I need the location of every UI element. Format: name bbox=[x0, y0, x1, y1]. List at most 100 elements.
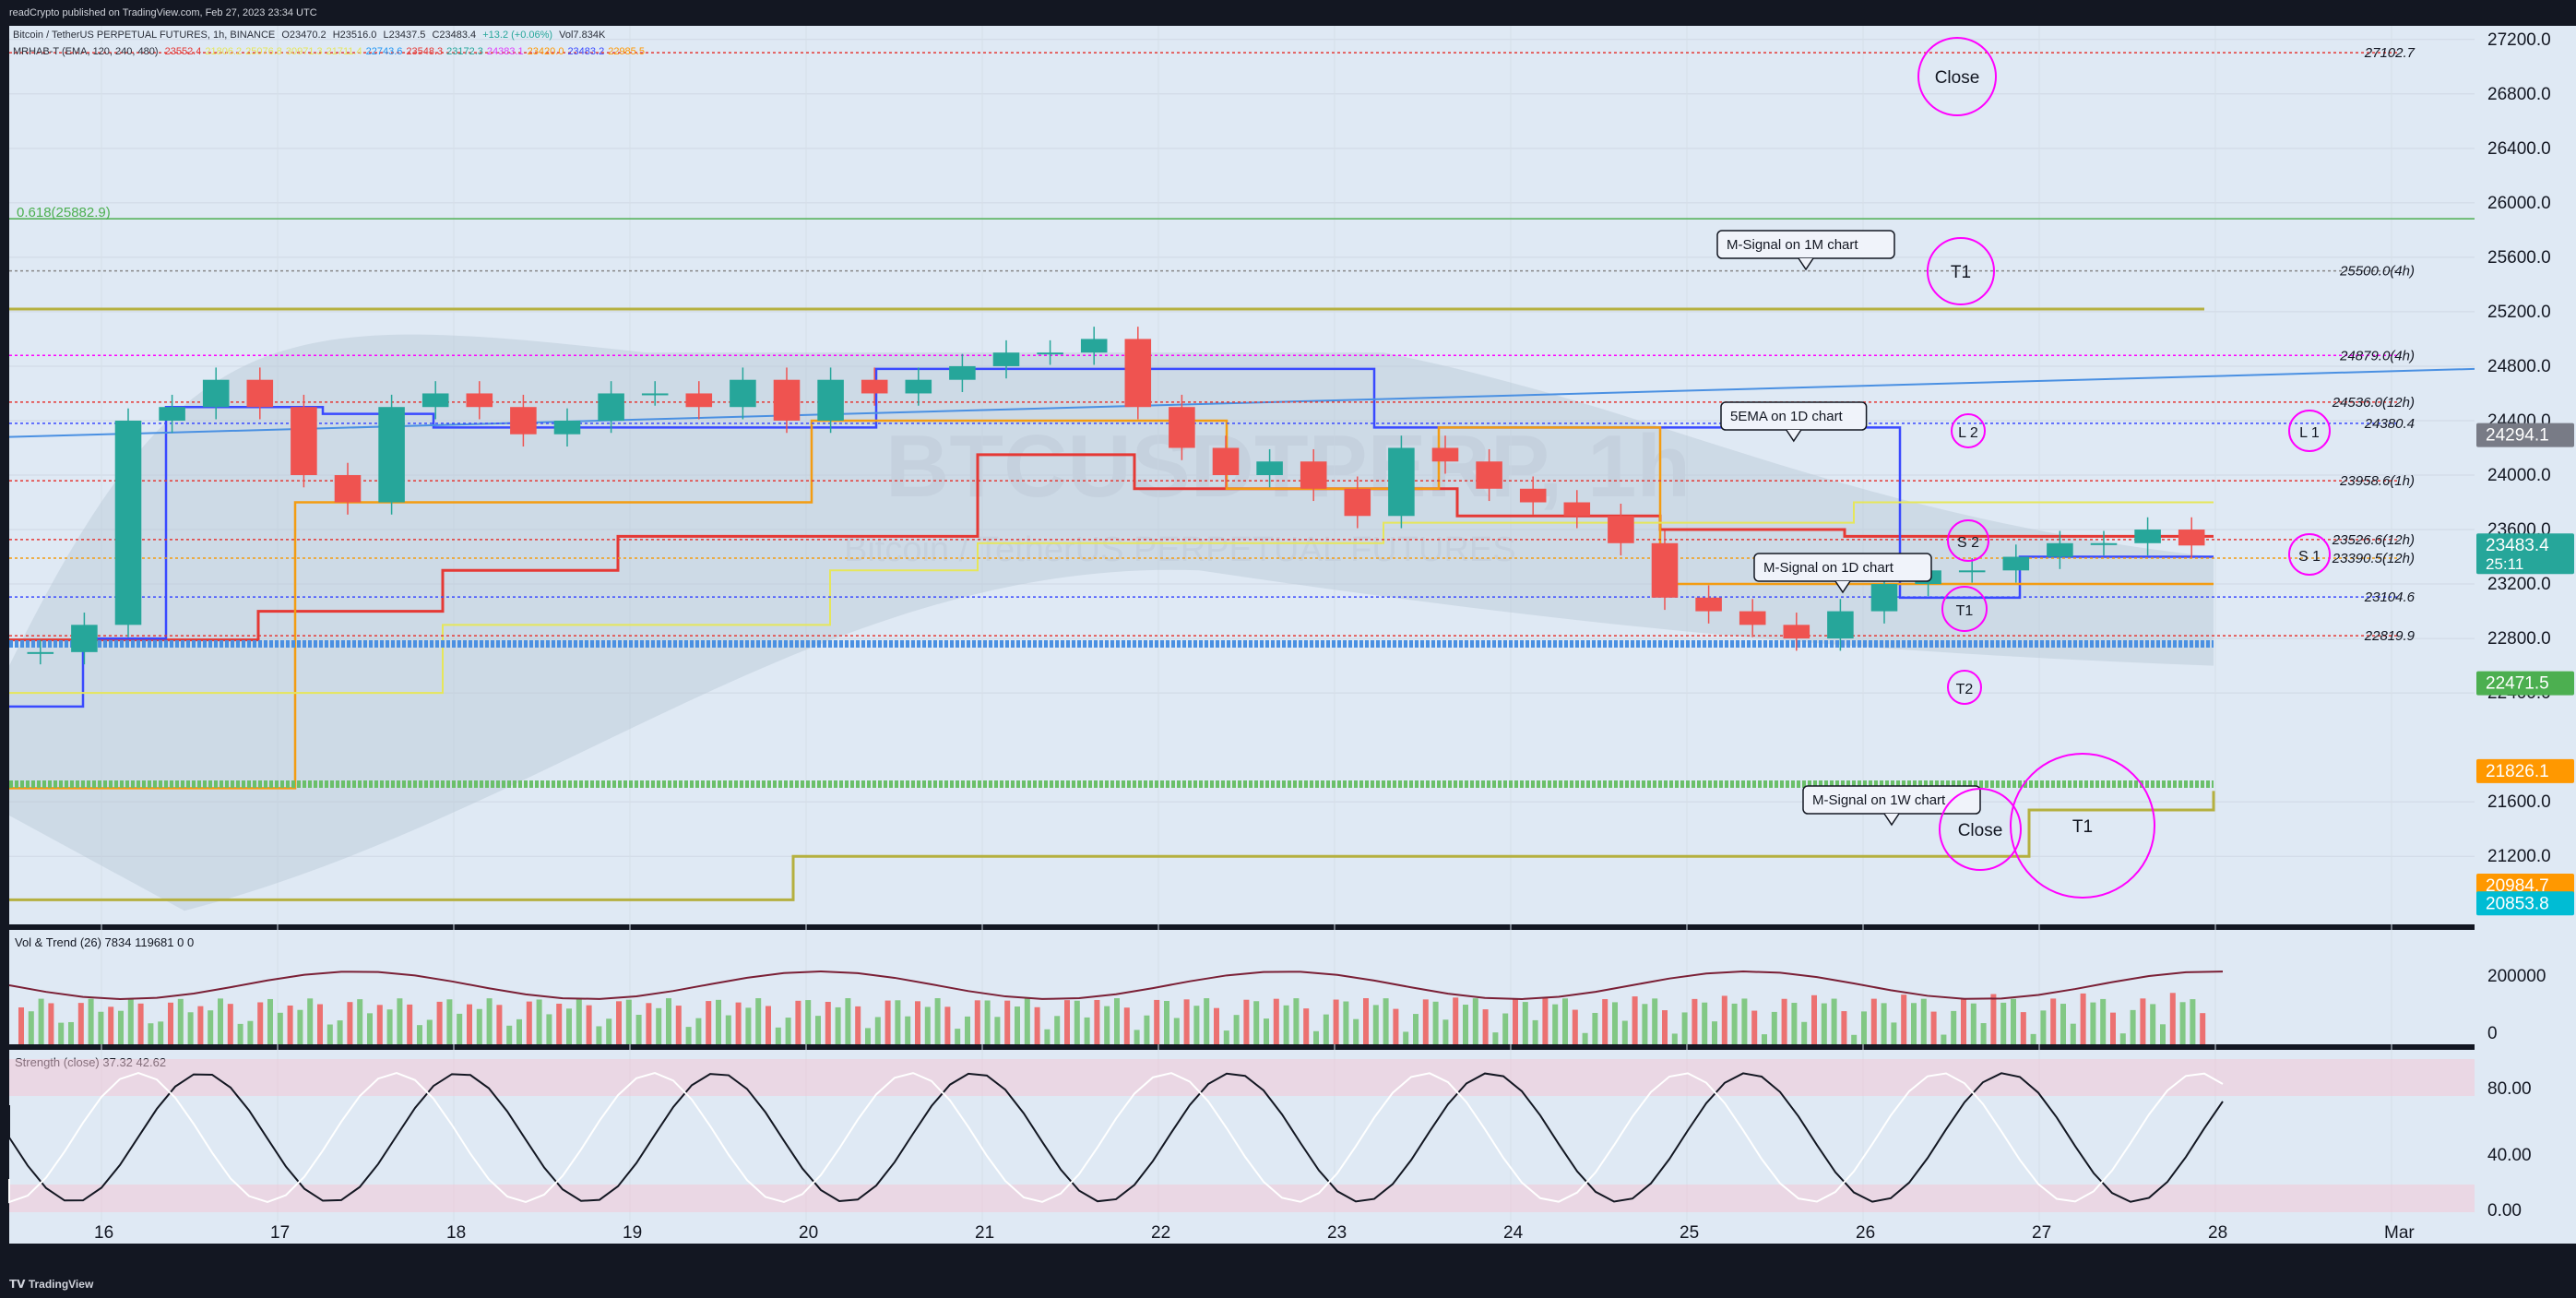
circle-label: T1 bbox=[2072, 817, 2093, 837]
x-tick-label: 16 bbox=[94, 1223, 113, 1243]
volume-bar bbox=[1015, 1006, 1020, 1044]
volume-bar bbox=[1861, 1011, 1867, 1044]
volume-bar bbox=[1621, 1020, 1628, 1044]
volume-bar bbox=[446, 999, 453, 1044]
volume-bar bbox=[2200, 1013, 2206, 1044]
volume-bar bbox=[1970, 1003, 1977, 1044]
volume-bar bbox=[197, 1006, 204, 1044]
volume-bar bbox=[1383, 998, 1389, 1044]
volume-bar bbox=[855, 1006, 861, 1044]
price-level-label: 25500.0(4h) bbox=[2339, 264, 2415, 280]
volume-bar bbox=[2060, 1004, 2066, 1044]
volume-bar bbox=[1841, 1011, 1847, 1044]
chart-area[interactable]: BTCUSDTPERP, 1h Bitcoin / TetherUS PERPET… bbox=[0, 26, 2576, 1270]
volume-bar bbox=[158, 1021, 164, 1044]
candle-body bbox=[1344, 488, 1371, 517]
volume-bar bbox=[775, 1027, 781, 1044]
volume-bar bbox=[1064, 1000, 1070, 1044]
volume-bar bbox=[257, 1002, 264, 1044]
candle-body bbox=[1608, 516, 1634, 543]
volume-bar bbox=[237, 1023, 243, 1044]
volume-bar bbox=[1513, 999, 1518, 1044]
legend-mrhab: MRHAB-T (EMA, 120, 240, 480) 23552.4 2180… bbox=[13, 46, 648, 57]
volume-bar bbox=[1074, 1000, 1080, 1044]
volume-bar bbox=[77, 1003, 84, 1044]
y-tick-label: 23200.0 bbox=[2487, 575, 2551, 594]
volume-bar bbox=[1413, 1014, 1419, 1044]
x-tick-label: 24 bbox=[1503, 1223, 1524, 1243]
y-tick-label: 25200.0 bbox=[2487, 303, 2551, 322]
volume-bar bbox=[825, 1001, 831, 1044]
volume-bar bbox=[1851, 1034, 1858, 1044]
price-chart-svg[interactable]: BTCUSDTPERP, 1hBitcoin / TetherUS PERPET… bbox=[0, 26, 2576, 1270]
volume-bar bbox=[785, 1018, 791, 1044]
volume-bar bbox=[297, 1009, 303, 1044]
price-level-label: 23526.6(12h) bbox=[2332, 532, 2415, 548]
badge-value: 21826.1 bbox=[2486, 762, 2549, 781]
volume-bar bbox=[58, 1022, 65, 1044]
volume-bar bbox=[1054, 1016, 1061, 1044]
circle-label: Close bbox=[1958, 821, 2003, 840]
price-level-label: 24879.0(4h) bbox=[2339, 348, 2415, 363]
volume-bar bbox=[88, 998, 94, 1044]
volume-bar bbox=[586, 1005, 592, 1044]
volume-bar bbox=[566, 1008, 572, 1044]
candle-body bbox=[1739, 611, 1766, 625]
volume-bar bbox=[1522, 1002, 1528, 1044]
volume-bar bbox=[1532, 1019, 1538, 1044]
volume-bar bbox=[556, 1003, 563, 1044]
volume-bar bbox=[227, 1004, 233, 1044]
candle-body bbox=[1958, 570, 1986, 573]
price-axis-badge: 22471.5 bbox=[2476, 671, 2574, 696]
volume-bar bbox=[1930, 1011, 1937, 1044]
volume-bar bbox=[1542, 996, 1549, 1044]
legend-high: H23516.0 bbox=[332, 30, 377, 41]
volume-bar bbox=[2030, 1033, 2036, 1044]
x-tick-label: 21 bbox=[975, 1223, 994, 1243]
y-tick-label: 26000.0 bbox=[2487, 194, 2551, 213]
volume-bar bbox=[476, 1008, 482, 1044]
volume-bar bbox=[1821, 1003, 1827, 1044]
callout-text: M-Signal on 1D chart bbox=[1763, 560, 1894, 576]
x-tick-label: 22 bbox=[1151, 1223, 1170, 1243]
volume-bar bbox=[98, 1011, 104, 1044]
volume-bar bbox=[2140, 998, 2146, 1044]
volume-bar bbox=[1662, 1010, 1668, 1044]
price-level-label: 23104.6 bbox=[2364, 589, 2416, 605]
volume-bar bbox=[625, 999, 632, 1044]
candle-body bbox=[2134, 530, 2161, 543]
legend-mrhab-value: 23172.3 bbox=[446, 46, 483, 57]
candle-body bbox=[1695, 597, 1722, 612]
volume-bar bbox=[526, 1001, 532, 1044]
volume-bar bbox=[1173, 1018, 1180, 1044]
volume-bar bbox=[1303, 1008, 1310, 1044]
volume-bar bbox=[884, 1000, 891, 1044]
volume-bar bbox=[2011, 998, 2016, 1044]
candle-body bbox=[1651, 542, 1679, 598]
strength-tick-label: 0.00 bbox=[2487, 1201, 2522, 1221]
volume-bar bbox=[28, 1011, 34, 1044]
volume-bar bbox=[1602, 999, 1609, 1044]
y-tick-label: 21200.0 bbox=[2487, 847, 2551, 866]
volume-bar bbox=[1781, 998, 1787, 1044]
volume-bar bbox=[326, 1024, 333, 1044]
volume-bar bbox=[1961, 998, 1966, 1044]
y-tick-label: 21600.0 bbox=[2487, 792, 2551, 812]
volume-bar bbox=[1712, 1021, 1717, 1044]
callout-text: M-Signal on 1M chart bbox=[1727, 237, 1858, 253]
candle-body bbox=[598, 393, 624, 421]
candle-body bbox=[466, 393, 493, 408]
price-level-label: 27102.7 bbox=[2364, 45, 2416, 61]
volume-bar bbox=[2110, 1012, 2116, 1044]
circle-label: L 2 bbox=[1958, 425, 1978, 441]
badge-value: 23483.4 bbox=[2486, 536, 2549, 555]
candle-body bbox=[817, 379, 844, 421]
candle-body bbox=[202, 379, 230, 408]
legend-change: +13.2 (+0.06%) bbox=[482, 30, 553, 41]
volume-bar bbox=[1363, 998, 1369, 1044]
volume-bar bbox=[2020, 1012, 2026, 1044]
legend-mrhab-value: 23483.2 bbox=[567, 46, 605, 57]
circle-label: T2 bbox=[1956, 682, 1974, 697]
volume-bar bbox=[616, 1001, 622, 1044]
time-axis-bg bbox=[9, 1221, 2475, 1244]
